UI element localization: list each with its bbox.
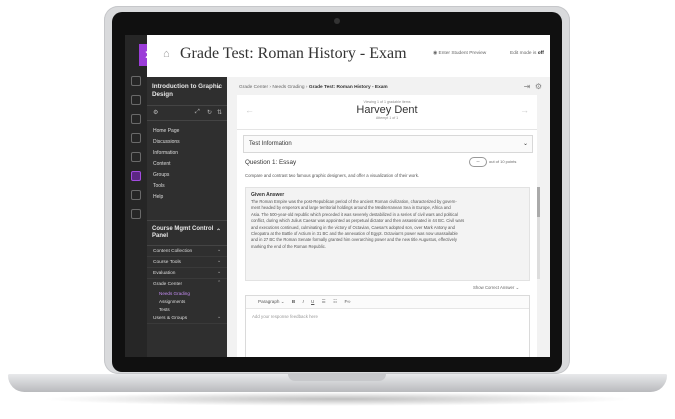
course-title[interactable]: Introduction to Graphic Design ⌃ <box>147 77 227 106</box>
crumb-tools: ⇥ ⚙ <box>524 82 542 91</box>
score-input[interactable]: -- <box>469 157 487 167</box>
student-preview-button[interactable]: ◉ Enter Student Preview <box>433 51 486 56</box>
course-menu: Home Page Discussions Information Conten… <box>147 121 227 202</box>
control-panel-list: Content Collection ⌄ Course Tools ⌄ Evalua… <box>147 246 227 324</box>
edit-mode-toggle[interactable]: Edit mode is off <box>510 51 544 56</box>
test-information-toggle[interactable]: Test Information ⌄ <box>243 135 533 153</box>
panel-item-grade-center[interactable]: Grade Center ⌃ <box>147 279 227 289</box>
next-arrow-icon[interactable]: → <box>520 105 529 115</box>
panel-item-course-tools[interactable]: Course Tools ⌄ <box>147 257 227 268</box>
settings-icon[interactable]: ⚙ <box>153 109 158 116</box>
feedback-input[interactable]: Add your response feedback here <box>252 314 523 319</box>
show-correct-answer-toggle[interactable]: Show Correct Answer ⌄ <box>473 285 519 291</box>
numbered-list-icon[interactable]: ☷ <box>333 299 337 304</box>
bullet-list-icon[interactable]: ☰ <box>322 299 326 304</box>
camera-icon <box>334 18 340 24</box>
chevron-up-icon[interactable]: ⌃ <box>216 229 221 236</box>
bold-button[interactable]: B <box>292 299 295 304</box>
score-field[interactable]: -- out of 10 points <box>469 157 516 167</box>
home-icon[interactable]: ⌂ <box>163 48 170 60</box>
student-name: Harvey Dent <box>356 104 418 116</box>
grading-card: ← Viewing 1 of 1 gradable items Harvey D… <box>237 95 540 357</box>
points-label: out of 10 points <box>489 159 517 165</box>
chevron-up-icon[interactable]: ⌃ <box>216 86 221 94</box>
collapse-icon[interactable]: ⇥ <box>524 82 531 91</box>
calendar-icon[interactable] <box>131 133 141 143</box>
attempt-count: Attempt 1 of 1 <box>375 116 399 120</box>
italic-button[interactable]: I <box>302 299 303 304</box>
control-panel-title[interactable]: Course Mgmt Control Panel ⌃ <box>147 220 227 246</box>
breadcrumb-needs-grading[interactable]: Needs Grading <box>272 85 304 90</box>
signout-icon[interactable] <box>131 209 141 219</box>
prev-arrow-icon[interactable]: ← <box>245 105 254 115</box>
student-header: ← Viewing 1 of 1 gradable items Harvey D… <box>237 95 537 130</box>
messages-icon[interactable] <box>131 152 141 162</box>
icon-bar <box>125 35 147 357</box>
given-answer: Given Answer The Roman Empire was the po… <box>245 187 530 281</box>
gear-icon[interactable]: ⚙ <box>535 82 542 91</box>
refresh-icon[interactable]: ↻ <box>207 109 212 116</box>
laptop-notch <box>288 374 386 381</box>
grade-center-tests[interactable]: Tests <box>147 305 227 313</box>
grades-icon[interactable] <box>131 171 141 181</box>
breadcrumb: Grade Center › Needs Grading › Grade Tes… <box>239 85 388 90</box>
screen: ✕ ⌂ Grade Test: Roman History - Exam ◉ E… <box>125 35 550 357</box>
paragraph-select[interactable]: Paragraph ⌄ <box>252 299 285 304</box>
laptop-shadow <box>40 392 635 406</box>
menu-item-home[interactable]: Home Page <box>147 125 227 136</box>
grade-center-needs-grading[interactable]: Needs Grading <box>147 289 227 297</box>
activity-icon[interactable] <box>131 95 141 105</box>
panel-item-content-collection[interactable]: Content Collection ⌄ <box>147 246 227 257</box>
panel-item-evaluation[interactable]: Evaluation ⌄ <box>147 268 227 279</box>
question-title: Question 1: Essay <box>245 159 297 166</box>
menu-item-discussions[interactable]: Discussions <box>147 136 227 147</box>
chevron-down-icon: ⌄ <box>522 141 528 147</box>
answer-heading: Given Answer <box>251 192 285 198</box>
underline-button[interactable]: U <box>311 299 314 304</box>
course-nav: Introduction to Graphic Design ⌃ ⚙ ⤢ ↻ ⇅ … <box>147 77 227 357</box>
menu-item-help[interactable]: Help <box>147 191 227 202</box>
font-icon[interactable]: F∞ <box>344 299 350 304</box>
answer-line: marking the end of the Roman Republic. <box>251 243 326 249</box>
expand-icon[interactable]: ⤢ <box>195 109 200 116</box>
panel-item-users-groups[interactable]: Users & Groups ⌄ <box>147 313 227 324</box>
menu-item-content[interactable]: Content <box>147 158 227 169</box>
page-title: Grade Test: Roman History - Exam <box>180 45 407 62</box>
top-bar: ⌂ Grade Test: Roman History - Exam ◉ Ent… <box>147 35 550 78</box>
menu-item-information[interactable]: Information <box>147 147 227 158</box>
question-prompt: Compare and contrast two famous graphic … <box>245 173 420 178</box>
editor-toolbar: Paragraph ⌄ B I U ☰ ☷ F∞ <box>246 296 529 309</box>
grade-center-assignments[interactable]: Assignments <box>147 297 227 305</box>
scrollbar[interactable] <box>537 187 540 279</box>
menu-item-tools[interactable]: Tools <box>147 180 227 191</box>
feedback-editor[interactable]: Paragraph ⌄ B I U ☰ ☷ F∞ Add your respon… <box>245 295 530 357</box>
courses-icon[interactable] <box>131 114 141 124</box>
breadcrumb-grade-center[interactable]: Grade Center <box>239 85 268 90</box>
tools-icon[interactable] <box>131 190 141 200</box>
course-tools-row: ⚙ ⤢ ↻ ⇅ <box>147 106 227 121</box>
profile-icon[interactable] <box>131 76 141 86</box>
main-content: Grade Center › Needs Grading › Grade Tes… <box>227 77 550 357</box>
breadcrumb-current: Grade Test: Roman History - Exam <box>308 85 388 90</box>
sort-icon[interactable]: ⇅ <box>217 109 222 116</box>
menu-item-groups[interactable]: Groups <box>147 169 227 180</box>
